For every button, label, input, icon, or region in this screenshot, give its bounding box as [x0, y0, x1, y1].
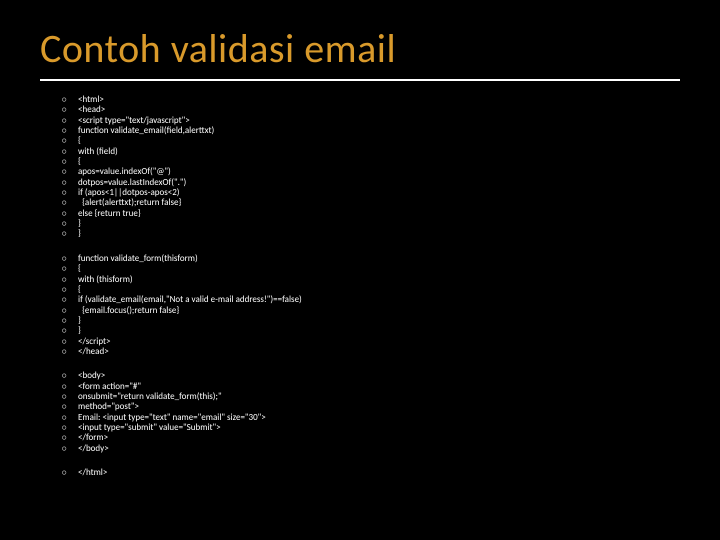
- code-block: ○<body>○<form action="#"○onsubmit="retur…: [62, 371, 680, 454]
- bullet-icon: ○: [62, 265, 78, 274]
- bullet-icon: ○: [62, 445, 78, 454]
- code-line: ○function validate_form(thisform): [62, 254, 680, 264]
- bullet-icon: ○: [62, 117, 78, 126]
- code-line: ○else {return true}: [62, 209, 680, 219]
- bullet-icon: ○: [62, 383, 78, 392]
- code-text: if (validate_email(email,"Not a valid e-…: [78, 295, 302, 305]
- code-line: ○<html>: [62, 95, 680, 105]
- code-line: ○</script>: [62, 337, 680, 347]
- code-line: ○{: [62, 136, 680, 146]
- code-text: function validate_email(field,alerttxt): [78, 126, 214, 136]
- code-line: ○ {alert(alerttxt);return false}: [62, 198, 680, 208]
- code-text: {email.focus();return false}: [78, 306, 179, 316]
- code-text: with (thisform): [78, 275, 133, 285]
- page-title: Contoh validasi email: [40, 24, 680, 73]
- bullet-icon: ○: [62, 137, 78, 146]
- bullet-icon: ○: [62, 179, 78, 188]
- code-text: </body>: [78, 444, 109, 454]
- code-text: }: [78, 229, 81, 239]
- bullet-icon: ○: [62, 255, 78, 264]
- code-line: ○}: [62, 316, 680, 326]
- code-line: ○ {email.focus();return false}: [62, 306, 680, 316]
- bullet-icon: ○: [62, 348, 78, 357]
- bullet-icon: ○: [62, 424, 78, 433]
- bullet-icon: ○: [62, 276, 78, 285]
- code-line: ○}: [62, 219, 680, 229]
- code-line: ○</form>: [62, 433, 680, 443]
- bullet-icon: ○: [62, 434, 78, 443]
- bullet-icon: ○: [62, 296, 78, 305]
- code-text: {: [78, 264, 81, 274]
- code-line: ○}: [62, 326, 680, 336]
- code-text: else {return true}: [78, 209, 141, 219]
- code-line: ○if (validate_email(email,"Not a valid e…: [62, 295, 680, 305]
- bullet-icon: ○: [62, 372, 78, 381]
- bullet-icon: ○: [62, 338, 78, 347]
- bullet-icon: ○: [62, 210, 78, 219]
- bullet-icon: ○: [62, 220, 78, 229]
- bullet-icon: ○: [62, 96, 78, 105]
- bullet-icon: ○: [62, 393, 78, 402]
- bullet-icon: ○: [62, 286, 78, 295]
- code-line: ○function validate_email(field,alerttxt): [62, 126, 680, 136]
- code-content: ○<html>○<head>○<script type="text/javasc…: [40, 95, 680, 478]
- bullet-icon: ○: [62, 168, 78, 177]
- bullet-icon: ○: [62, 317, 78, 326]
- code-block: ○</html>: [62, 468, 680, 478]
- code-text: </html>: [78, 468, 107, 478]
- code-line: ○onsubmit="return validate_form(this);": [62, 392, 680, 402]
- code-block: ○<html>○<head>○<script type="text/javasc…: [62, 95, 680, 240]
- bullet-icon: ○: [62, 307, 78, 316]
- bullet-icon: ○: [62, 158, 78, 167]
- bullet-icon: ○: [62, 469, 78, 478]
- bullet-icon: ○: [62, 106, 78, 115]
- code-line: ○</html>: [62, 468, 680, 478]
- bullet-icon: ○: [62, 230, 78, 239]
- bullet-icon: ○: [62, 327, 78, 336]
- bullet-icon: ○: [62, 403, 78, 412]
- code-text: function validate_form(thisform): [78, 254, 198, 264]
- code-line: ○}: [62, 229, 680, 239]
- code-line: ○</head>: [62, 347, 680, 357]
- slide: Contoh validasi email ○<html>○<head>○<sc…: [0, 0, 720, 540]
- code-block: ○function validate_form(thisform)○{○with…: [62, 254, 680, 357]
- code-text: }: [78, 326, 81, 336]
- code-line: ○<input type="submit" value="Submit">: [62, 423, 680, 433]
- bullet-icon: ○: [62, 127, 78, 136]
- code-line: ○with (thisform): [62, 275, 680, 285]
- bullet-icon: ○: [62, 148, 78, 157]
- bullet-icon: ○: [62, 199, 78, 208]
- code-line: ○<body>: [62, 371, 680, 381]
- title-underline: [40, 79, 680, 81]
- code-line: ○</body>: [62, 444, 680, 454]
- code-line: ○{: [62, 264, 680, 274]
- code-text: </head>: [78, 347, 109, 357]
- code-text: with (field): [78, 147, 118, 157]
- bullet-icon: ○: [62, 414, 78, 423]
- bullet-icon: ○: [62, 189, 78, 198]
- code-line: ○with (field): [62, 147, 680, 157]
